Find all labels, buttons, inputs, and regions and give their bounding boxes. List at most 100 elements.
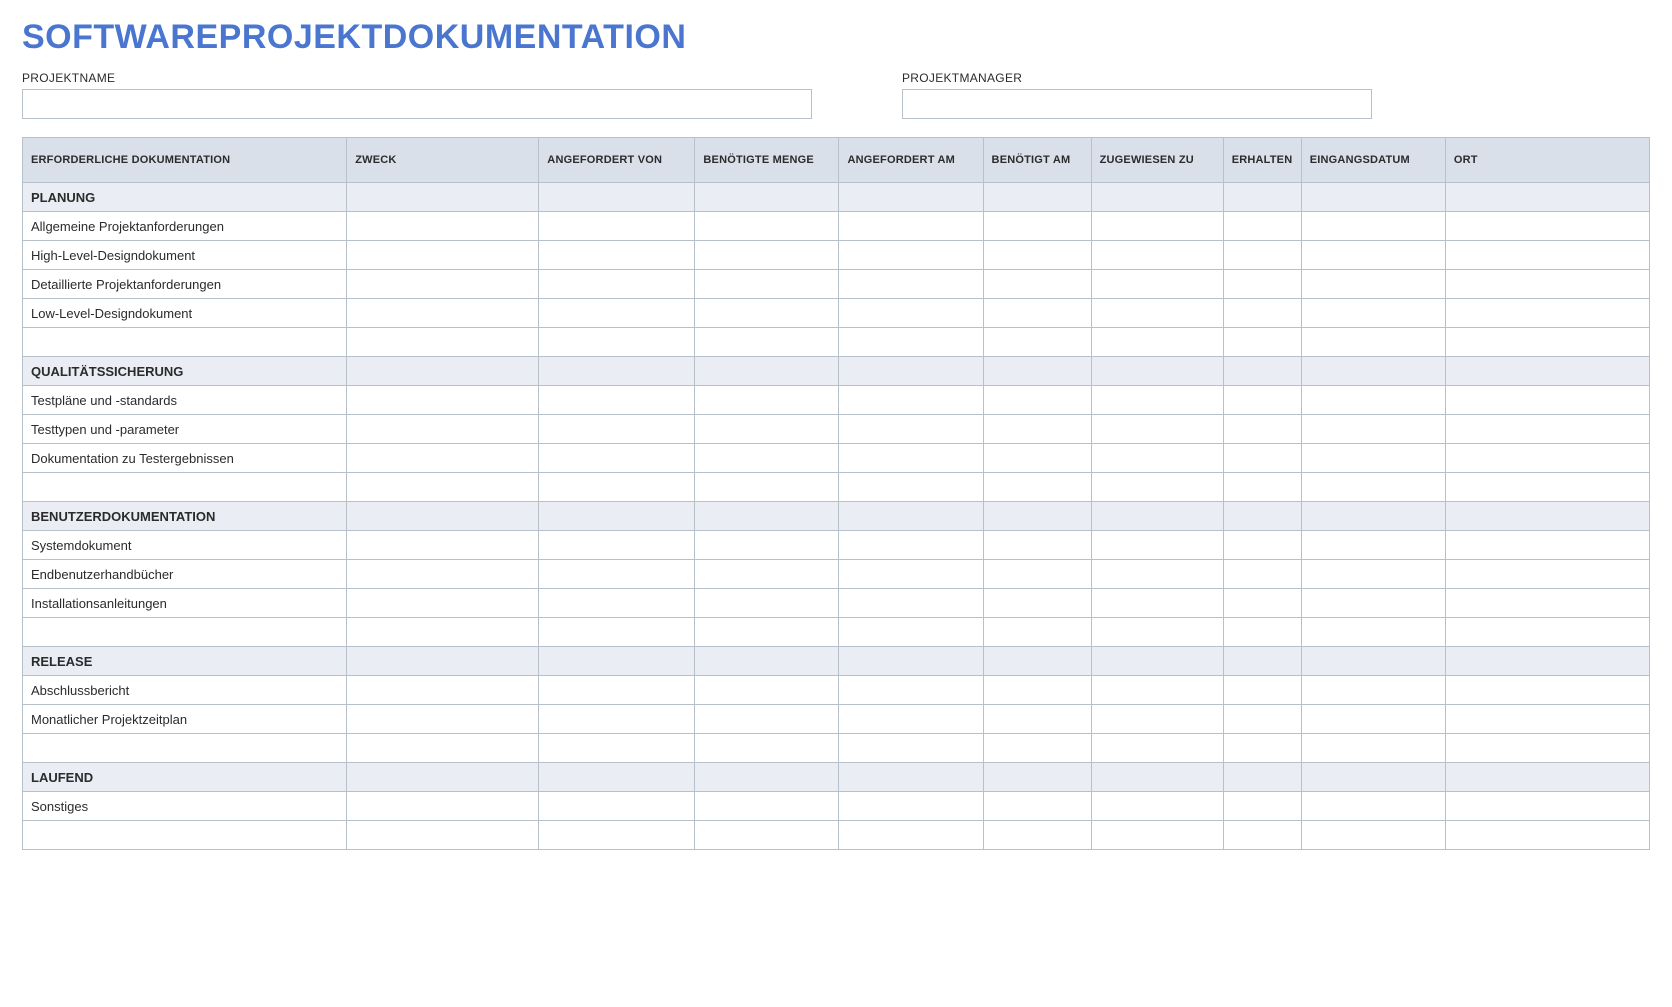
table-cell[interactable] [839,618,983,647]
table-cell[interactable] [1091,444,1223,473]
table-cell[interactable] [1223,357,1301,386]
table-cell[interactable] [983,734,1091,763]
table-cell[interactable] [1445,183,1649,212]
table-cell[interactable] [1445,212,1649,241]
table-cell[interactable] [1301,734,1445,763]
table-cell[interactable] [695,763,839,792]
table-cell[interactable] [839,212,983,241]
table-cell[interactable] [1223,328,1301,357]
table-cell[interactable] [983,560,1091,589]
table-cell[interactable] [1301,792,1445,821]
table-cell[interactable] [539,676,695,705]
table-cell[interactable] [695,734,839,763]
table-cell[interactable] [695,299,839,328]
table-cell[interactable] [983,270,1091,299]
table-cell[interactable] [1301,444,1445,473]
table-cell[interactable] [839,792,983,821]
table-cell[interactable] [347,763,539,792]
table-cell[interactable] [839,473,983,502]
table-cell[interactable] [1445,270,1649,299]
table-cell[interactable] [1091,763,1223,792]
table-cell[interactable] [983,299,1091,328]
table-cell[interactable] [695,618,839,647]
table-cell[interactable] [1091,821,1223,850]
table-cell[interactable] [839,183,983,212]
table-cell[interactable] [839,647,983,676]
table-cell[interactable] [839,502,983,531]
table-cell[interactable] [1301,212,1445,241]
table-cell[interactable] [983,618,1091,647]
table-cell[interactable] [983,763,1091,792]
table-cell[interactable] [1223,212,1301,241]
table-cell[interactable] [1091,415,1223,444]
table-cell[interactable] [1301,618,1445,647]
table-cell[interactable] [1223,676,1301,705]
table-cell[interactable] [1223,763,1301,792]
table-cell[interactable] [695,444,839,473]
table-cell[interactable] [1091,792,1223,821]
table-cell[interactable] [695,328,839,357]
table-cell[interactable] [983,415,1091,444]
table-cell[interactable] [839,531,983,560]
table-cell[interactable] [1223,473,1301,502]
table-cell[interactable] [347,589,539,618]
table-cell[interactable] [1091,183,1223,212]
table-cell[interactable] [347,328,539,357]
table-cell[interactable] [539,618,695,647]
table-cell[interactable] [839,560,983,589]
table-cell[interactable] [1223,560,1301,589]
table-cell[interactable] [839,415,983,444]
table-cell[interactable] [539,821,695,850]
table-cell[interactable] [839,589,983,618]
table-cell[interactable] [983,444,1091,473]
table-cell[interactable] [695,241,839,270]
table-cell[interactable] [695,473,839,502]
table-cell[interactable] [539,415,695,444]
table-cell[interactable] [1091,473,1223,502]
table-cell[interactable] [695,386,839,415]
table-cell[interactable] [1223,502,1301,531]
table-cell[interactable] [347,183,539,212]
table-cell[interactable] [347,531,539,560]
table-cell[interactable] [695,415,839,444]
table-cell[interactable] [983,531,1091,560]
table-cell[interactable] [347,299,539,328]
table-cell[interactable] [1301,502,1445,531]
table-cell[interactable] [539,560,695,589]
table-cell[interactable] [1223,792,1301,821]
table-cell[interactable] [539,589,695,618]
table-cell[interactable] [1091,502,1223,531]
table-cell[interactable] [539,212,695,241]
table-cell[interactable] [1091,328,1223,357]
table-cell[interactable] [1091,386,1223,415]
table-cell[interactable] [983,386,1091,415]
table-cell[interactable] [839,676,983,705]
table-cell[interactable] [1223,270,1301,299]
table-cell[interactable] [1301,270,1445,299]
table-cell[interactable] [347,560,539,589]
table-cell[interactable] [983,328,1091,357]
table-cell[interactable] [347,212,539,241]
table-cell[interactable] [839,734,983,763]
table-cell[interactable] [1445,531,1649,560]
table-cell[interactable] [1223,415,1301,444]
table-cell[interactable] [1301,560,1445,589]
table-cell[interactable] [1301,647,1445,676]
table-cell[interactable] [1091,560,1223,589]
table-cell[interactable] [1445,386,1649,415]
table-cell[interactable] [1445,560,1649,589]
table-cell[interactable] [983,212,1091,241]
table-cell[interactable] [983,647,1091,676]
table-cell[interactable] [347,444,539,473]
table-cell[interactable] [1301,473,1445,502]
table-cell[interactable] [1091,270,1223,299]
table-cell[interactable] [347,270,539,299]
table-cell[interactable] [1091,647,1223,676]
table-cell[interactable] [539,270,695,299]
table-cell[interactable] [983,502,1091,531]
table-cell[interactable] [695,183,839,212]
table-cell[interactable] [1445,444,1649,473]
table-cell[interactable] [1445,241,1649,270]
table-cell[interactable] [983,357,1091,386]
table-cell[interactable] [539,705,695,734]
